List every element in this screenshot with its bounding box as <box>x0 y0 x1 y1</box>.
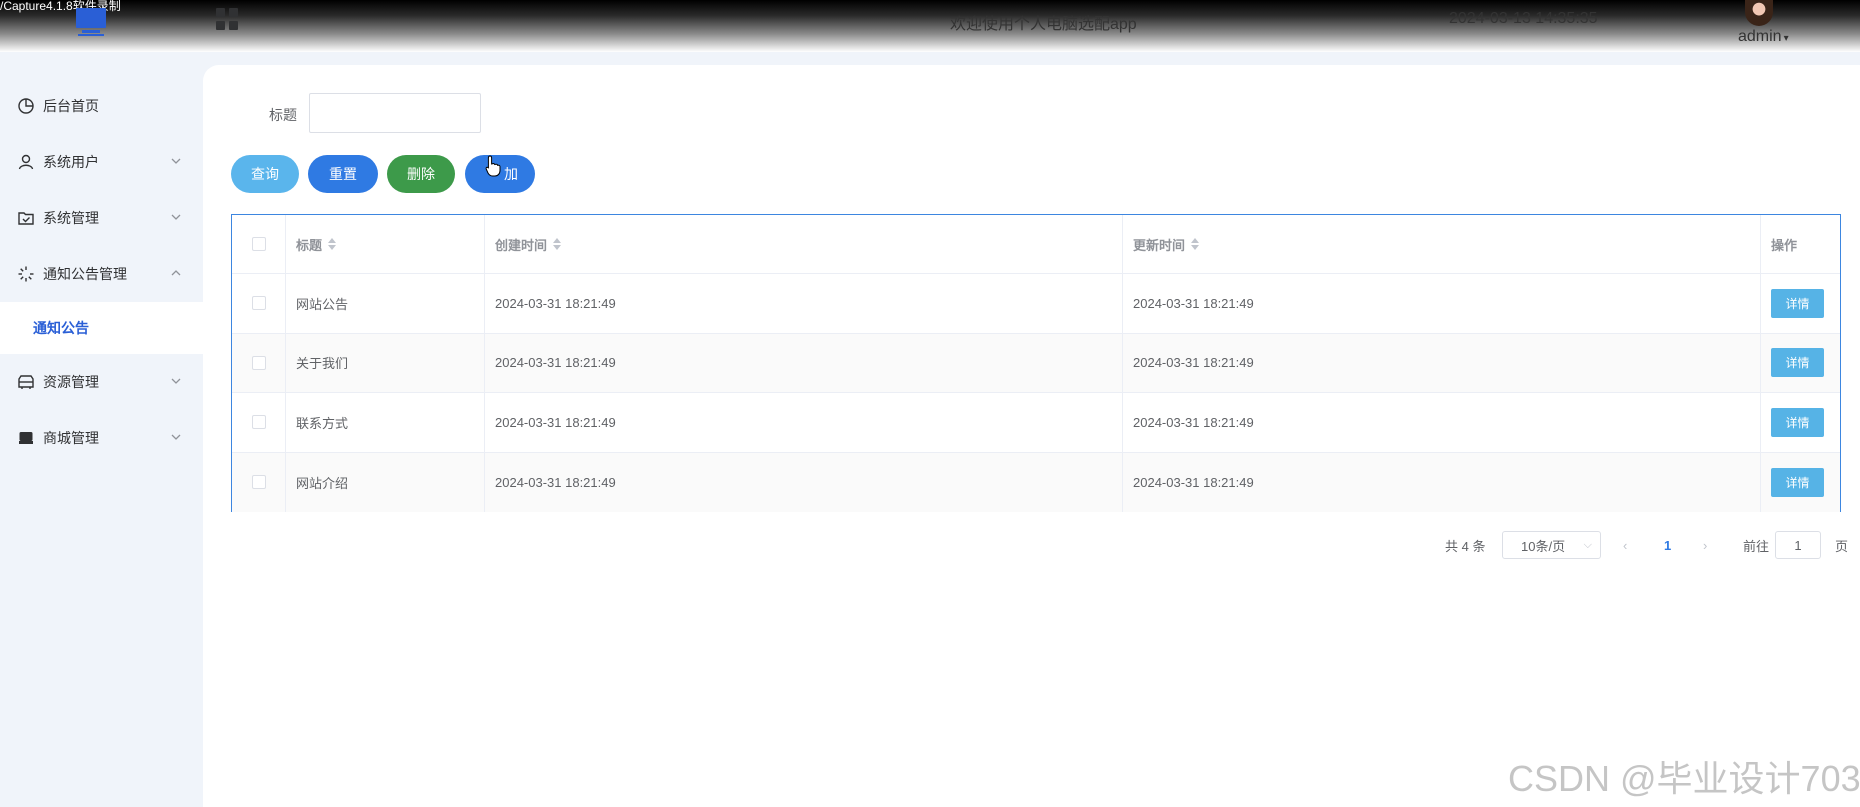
sidebar-item-system-management[interactable]: 系统管理 <box>0 190 203 246</box>
sidebar-item-label: 后台首页 <box>43 98 99 114</box>
column-header-created[interactable]: 创建时间 <box>485 215 1123 273</box>
sidebar-item-label: 资源管理 <box>43 374 99 390</box>
sidebar-item-label: 系统管理 <box>43 210 99 226</box>
sidebar-item-label: 系统用户 <box>43 154 99 170</box>
cell-updated: 2024-03-31 18:21:49 <box>1123 393 1761 452</box>
box-icon <box>18 375 34 389</box>
page-suffix-label: 页 <box>1835 538 1849 554</box>
welcome-text: 欢迎使用个人电脑选配app <box>950 16 1137 33</box>
table-header-row: 标题 创建时间 更新时间 操作 <box>232 215 1840 274</box>
sidebar-item-label: 通知公告管理 <box>43 266 127 282</box>
checked-folder-icon <box>18 212 34 225</box>
search-title-input[interactable] <box>309 93 481 133</box>
page-number-current[interactable]: 1 <box>1664 531 1671 559</box>
user-menu[interactable]: admin ▾ <box>1738 28 1789 46</box>
pie-chart-icon <box>18 98 34 114</box>
sort-icon[interactable] <box>328 238 337 250</box>
query-button[interactable]: 查询 <box>231 155 299 193</box>
cell-created: 2024-03-31 18:21:49 <box>485 333 1123 392</box>
hand-cursor-icon <box>485 155 501 177</box>
cell-title: 联系方式 <box>286 393 485 452</box>
sidebar-subitem-label: 通知公告 <box>33 320 89 336</box>
page-jump-input[interactable]: 1 <box>1775 531 1821 559</box>
search-title-label: 标题 <box>269 107 297 123</box>
prev-page-button[interactable]: ‹ <box>1623 531 1627 559</box>
chevron-down-icon <box>171 158 181 164</box>
cell-updated: 2024-03-31 18:21:49 <box>1123 274 1761 333</box>
sidebar-item-label: 商城管理 <box>43 430 99 446</box>
chevron-down-icon <box>171 434 181 440</box>
sidebar-item-home[interactable]: 后台首页 <box>0 78 203 134</box>
column-header-title[interactable]: 标题 <box>286 215 485 273</box>
table-row: 网站介绍 2024-03-31 18:21:49 2024-03-31 18:2… <box>232 452 1840 512</box>
column-header-actions: 操作 <box>1771 237 1798 253</box>
detail-button[interactable]: 详情 <box>1771 288 1824 318</box>
sidebar-item-resource-management[interactable]: 资源管理 <box>0 354 203 410</box>
monitor-icon[interactable] <box>74 8 108 36</box>
grid-icon[interactable] <box>216 8 238 30</box>
cell-created: 2024-03-31 18:21:49 <box>485 274 1123 333</box>
delete-button[interactable]: 删除 <box>387 155 455 193</box>
username: admin <box>1738 28 1782 45</box>
next-page-button[interactable]: › <box>1703 531 1707 559</box>
chevron-up-icon <box>171 270 181 276</box>
top-header: /Capture4.1.8软件录制 欢迎使用个人电脑选配app 2024-03-… <box>0 0 1860 52</box>
avatar[interactable] <box>1745 0 1773 26</box>
cell-title: 网站公告 <box>286 274 485 333</box>
sidebar-item-shop-management[interactable]: 商城管理 <box>0 410 203 466</box>
sidebar-item-notice-management[interactable]: 通知公告管理 <box>0 246 203 302</box>
detail-button[interactable]: 详情 <box>1771 348 1824 378</box>
row-checkbox[interactable] <box>251 355 266 370</box>
chevron-down-icon: ⌵ <box>1583 538 1592 551</box>
main-content: 标题 查询 重置 删除 加 标题 创建时间 更新时间 操作 网站公告 2024-… <box>203 65 1860 807</box>
table-row: 联系方式 2024-03-31 18:21:49 2024-03-31 18:2… <box>232 393 1840 453</box>
select-all-checkbox[interactable] <box>251 237 266 251</box>
user-icon <box>18 154 34 170</box>
pagination-total: 共 4 条 <box>1445 538 1486 554</box>
cell-updated: 2024-03-31 18:21:49 <box>1123 333 1761 392</box>
notice-table: 标题 创建时间 更新时间 操作 网站公告 2024-03-31 18:21:49… <box>231 214 1841 512</box>
table-row: 关于我们 2024-03-31 18:21:49 2024-03-31 18:2… <box>232 333 1840 393</box>
page-size-value: 10条/页 <box>1521 538 1566 554</box>
watermark: CSDN @毕业设计703 <box>1508 758 1860 799</box>
chevron-down-icon <box>171 378 181 384</box>
column-header-updated[interactable]: 更新时间 <box>1123 215 1761 273</box>
cell-created: 2024-03-31 18:21:49 <box>485 393 1123 452</box>
goto-label: 前往 <box>1743 538 1770 554</box>
cell-title: 关于我们 <box>286 333 485 392</box>
loading-icon <box>18 266 34 282</box>
chevron-down-icon <box>171 214 181 220</box>
cell-updated: 2024-03-31 18:21:49 <box>1123 452 1761 512</box>
cell-created: 2024-03-31 18:21:49 <box>485 452 1123 512</box>
detail-button[interactable]: 详情 <box>1771 407 1824 437</box>
sidebar: 后台首页 系统用户 系统管理 通知公告管理 通知公告 资源管理 商城管理 <box>0 52 203 807</box>
cell-title: 网站介绍 <box>286 452 485 512</box>
reset-button[interactable]: 重置 <box>308 155 378 193</box>
current-datetime: 2024-03-13 14:35:35 <box>1449 10 1598 27</box>
sidebar-subitem-notice[interactable]: 通知公告 <box>0 302 203 354</box>
row-checkbox[interactable] <box>251 415 266 430</box>
sort-icon[interactable] <box>1191 238 1200 250</box>
row-checkbox[interactable] <box>251 296 266 311</box>
shop-icon <box>19 432 33 444</box>
page-size-select[interactable]: 10条/页 ⌵ <box>1502 531 1601 559</box>
detail-button[interactable]: 详情 <box>1771 467 1824 497</box>
sort-icon[interactable] <box>553 238 562 250</box>
sidebar-item-system-users[interactable]: 系统用户 <box>0 134 203 190</box>
table-row: 网站公告 2024-03-31 18:21:49 2024-03-31 18:2… <box>232 274 1840 334</box>
chevron-down-icon: ▾ <box>1783 33 1789 44</box>
row-checkbox[interactable] <box>251 475 266 490</box>
add-button-label: 加 <box>504 166 518 182</box>
